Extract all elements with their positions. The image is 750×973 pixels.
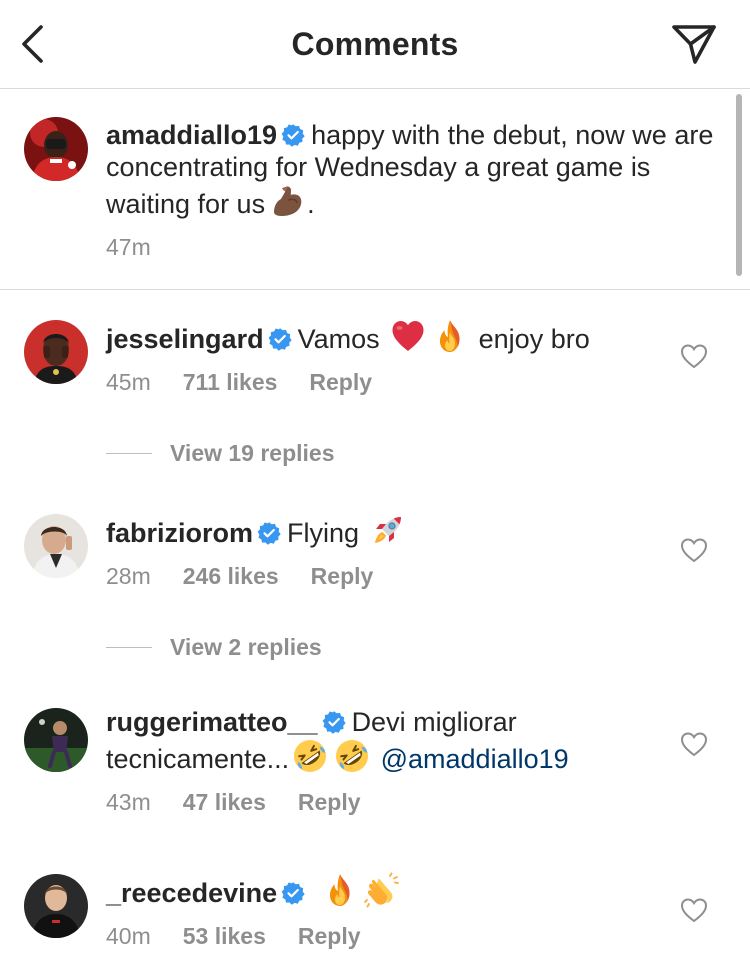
caption-meta: 47m bbox=[106, 234, 183, 261]
comment-body-end: enjoy bro bbox=[478, 324, 590, 354]
flexed-biceps-icon bbox=[268, 183, 304, 219]
rocket-icon bbox=[370, 512, 406, 548]
caption-time: 47m bbox=[106, 234, 151, 260]
paper-plane-icon bbox=[672, 25, 716, 64]
view-replies-button[interactable]: View 2 replies bbox=[106, 634, 322, 661]
fire-icon bbox=[322, 872, 358, 908]
reply-button[interactable]: Reply bbox=[298, 923, 361, 949]
caption-username[interactable]: amaddiallo19 bbox=[106, 120, 277, 150]
mention-link[interactable]: @amaddiallo19 bbox=[381, 744, 569, 774]
red-heart-icon bbox=[390, 318, 426, 354]
comment-likes[interactable]: 246 likes bbox=[183, 563, 279, 589]
comment-meta: 28m 246 likes Reply bbox=[106, 563, 405, 590]
comment-text: _reecedevine bbox=[106, 872, 666, 909]
comment-likes[interactable]: 53 likes bbox=[183, 923, 266, 949]
verified-badge-icon bbox=[257, 521, 281, 545]
avatar[interactable] bbox=[24, 320, 88, 384]
comment-body: Devi migliorar bbox=[351, 707, 517, 737]
comment-time: 28m bbox=[106, 563, 151, 589]
comment-meta: 40m 53 likes Reply bbox=[106, 923, 393, 950]
view-replies-label: View 19 replies bbox=[170, 440, 335, 466]
verified-badge-icon bbox=[281, 881, 305, 905]
comment-body: Vamos bbox=[297, 324, 380, 354]
verified-badge-icon bbox=[281, 123, 305, 147]
comment-meta: 43m 47 likes Reply bbox=[106, 789, 393, 816]
reply-button[interactable]: Reply bbox=[311, 563, 374, 589]
page-title: Comments bbox=[291, 26, 459, 62]
post-caption: amaddiallo19 happy with the debut, now we… bbox=[0, 89, 750, 290]
header-bar: Comments bbox=[0, 0, 750, 89]
comment-time: 45m bbox=[106, 369, 151, 395]
comment-body-line2: tecnicamente... bbox=[106, 744, 290, 774]
rolling-on-floor-laughing-icon bbox=[334, 738, 370, 774]
comment-body: Flying bbox=[287, 518, 360, 548]
comment-text: ruggerimatteo__ Devi migliorar tecnicamen… bbox=[106, 706, 666, 775]
comment-time: 43m bbox=[106, 789, 151, 815]
avatar[interactable] bbox=[24, 874, 88, 938]
like-heart-icon[interactable] bbox=[680, 731, 708, 757]
like-heart-icon[interactable] bbox=[680, 343, 708, 369]
comment-likes[interactable]: 711 likes bbox=[183, 369, 278, 395]
caption-end: . bbox=[307, 189, 315, 219]
comment-username[interactable]: _reecedevine bbox=[106, 878, 277, 908]
avatar[interactable] bbox=[24, 514, 88, 578]
view-replies-button[interactable]: View 19 replies bbox=[106, 440, 335, 467]
replies-divider-line bbox=[106, 453, 152, 454]
comment-likes[interactable]: 47 likes bbox=[183, 789, 266, 815]
comment-text: jesselingard Vamos enjoy bro bbox=[106, 318, 666, 355]
verified-badge-icon bbox=[322, 710, 346, 734]
comment-time: 40m bbox=[106, 923, 151, 949]
like-heart-icon[interactable] bbox=[680, 897, 708, 923]
view-replies-label: View 2 replies bbox=[170, 634, 322, 660]
clapping-hands-icon bbox=[364, 872, 400, 908]
avatar[interactable] bbox=[24, 708, 88, 772]
reply-button[interactable]: Reply bbox=[298, 789, 361, 815]
comment-username[interactable]: ruggerimatteo__ bbox=[106, 707, 318, 737]
comment-username[interactable]: fabriziorom bbox=[106, 518, 253, 548]
replies-divider-line bbox=[106, 647, 152, 648]
reply-button[interactable]: Reply bbox=[309, 369, 372, 395]
comment-text: fabriziorom Flying bbox=[106, 512, 666, 549]
like-heart-icon[interactable] bbox=[680, 537, 708, 563]
comment-meta: 45m 711 likes Reply bbox=[106, 369, 404, 396]
comment-username[interactable]: jesselingard bbox=[106, 324, 264, 354]
caption-text: amaddiallo19 happy with the debut, now we… bbox=[106, 119, 726, 220]
share-button[interactable] bbox=[668, 20, 720, 68]
avatar[interactable] bbox=[24, 117, 88, 181]
fire-icon bbox=[432, 318, 468, 354]
verified-badge-icon bbox=[268, 327, 292, 351]
rolling-on-floor-laughing-icon bbox=[292, 738, 328, 774]
scrollbar[interactable] bbox=[736, 94, 742, 276]
